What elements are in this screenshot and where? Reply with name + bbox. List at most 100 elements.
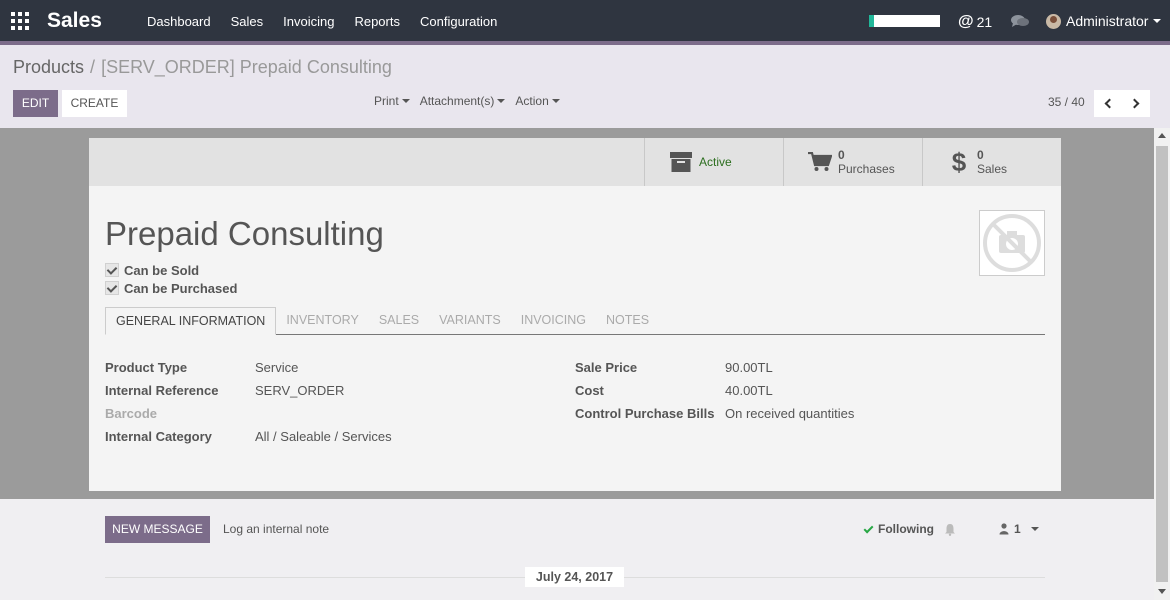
purchases-button[interactable]: 0 Purchases: [783, 138, 922, 186]
form-sheet: Active 0 Purchases $ 0 Sales Prepaid Con…: [89, 138, 1061, 491]
breadcrumb: Products / [SERV_ORDER] Prepaid Consulti…: [13, 57, 392, 78]
vertical-scrollbar[interactable]: [1154, 128, 1170, 600]
sidebar-actions: Print Attachment(s) Action: [374, 94, 560, 108]
tab-variants[interactable]: VARIANTS: [429, 307, 511, 334]
bell-icon[interactable]: [944, 523, 956, 539]
stat-button-box: Active 0 Purchases $ 0 Sales: [89, 138, 1061, 186]
field-cost: Cost 40.00TL: [575, 379, 854, 402]
user-menu[interactable]: Administrator: [1046, 13, 1162, 29]
can-be-sold-row: Can be Sold: [105, 261, 237, 279]
attachments-dropdown[interactable]: Attachment(s): [420, 94, 506, 108]
sales-count: 0: [977, 148, 984, 162]
field-label: Barcode: [105, 406, 158, 421]
menu-dashboard[interactable]: Dashboard: [137, 0, 221, 41]
chevron-down-icon: [551, 99, 560, 103]
active-label: Active: [699, 155, 732, 169]
purchases-label: Purchases: [838, 162, 895, 176]
chevron-down-icon: [497, 99, 506, 103]
navbar-accent-stripe: [0, 41, 1170, 45]
general-fields-right: Sale Price 90.00TL Cost 40.00TL Control …: [575, 356, 854, 425]
chevron-left-icon: [1104, 98, 1115, 109]
tab-inventory[interactable]: INVENTORY: [276, 307, 368, 334]
breadcrumb-current: [SERV_ORDER] Prepaid Consulting: [101, 57, 392, 77]
field-label: Internal Category: [105, 429, 212, 444]
onboarding-progress-bar[interactable]: [869, 15, 940, 27]
following-label: Following: [878, 522, 934, 536]
field-value[interactable]: All / Saleable / Services: [255, 429, 392, 444]
menu-configuration[interactable]: Configuration: [410, 0, 507, 41]
apps-grid-icon[interactable]: [11, 12, 29, 30]
field-value: 90.00TL: [725, 360, 773, 375]
dollar-icon: $: [951, 147, 967, 177]
field-value: SERV_ORDER: [255, 383, 345, 398]
menu-sales[interactable]: Sales: [221, 0, 274, 41]
field-label: Internal Reference: [105, 383, 219, 398]
field-label: Product Type: [105, 360, 188, 375]
purchases-stat: 0 Purchases: [838, 148, 895, 176]
following-button[interactable]: Following: [863, 522, 934, 536]
tab-sales[interactable]: SALES: [369, 307, 429, 334]
scroll-up-arrow-icon[interactable]: [1158, 133, 1166, 138]
product-image[interactable]: [979, 210, 1045, 276]
can-be-purchased-label: Can be Purchased: [124, 280, 238, 296]
mentions-count: 21: [976, 14, 993, 30]
scroll-down-arrow-icon[interactable]: [1158, 589, 1166, 594]
tab-notes[interactable]: NOTES: [596, 307, 659, 334]
action-label: Action: [515, 94, 549, 108]
field-control-purchase-bills: Control Purchase Bills On received quant…: [575, 402, 854, 425]
menu-invoicing[interactable]: Invoicing: [273, 0, 344, 41]
pager-next-button[interactable]: [1122, 90, 1150, 117]
tab-invoicing[interactable]: INVOICING: [511, 307, 596, 334]
general-fields-left: Product Type Service Internal Reference …: [105, 356, 392, 448]
field-value: Service: [255, 360, 299, 375]
breadcrumb-parent[interactable]: Products: [13, 57, 84, 78]
tab-general-information[interactable]: GENERAL INFORMATION: [105, 307, 277, 335]
avatar: [1046, 13, 1061, 29]
mentions-button[interactable]: @ 21: [958, 13, 992, 31]
chevron-down-icon: [401, 99, 410, 103]
field-label: Control Purchase Bills: [575, 406, 715, 421]
followers-count: 1: [1014, 522, 1021, 536]
pager-previous-button[interactable]: [1094, 90, 1122, 117]
field-label: Cost: [575, 383, 604, 398]
field-value: On received quantities: [725, 406, 855, 421]
no-camera-icon: [983, 214, 1041, 272]
top-navbar: Sales Dashboard Sales Invoicing Reports …: [0, 0, 1170, 41]
product-name: Prepaid Consulting: [105, 215, 384, 252]
message-date-separator: July 24, 2017: [525, 567, 624, 587]
field-value: 40.00TL: [725, 383, 773, 398]
print-dropdown[interactable]: Print: [374, 94, 410, 108]
field-product-type: Product Type Service: [105, 356, 392, 379]
main-menu: Dashboard Sales Invoicing Reports Config…: [137, 0, 507, 41]
shopping-cart-icon: [802, 152, 838, 172]
new-message-button[interactable]: NEW MESSAGE: [105, 516, 210, 543]
action-dropdown[interactable]: Action: [515, 94, 560, 108]
pager-value[interactable]: 35 / 40: [1048, 95, 1085, 109]
archive-icon: [663, 152, 699, 172]
sales-stat: 0 Sales: [977, 148, 1007, 176]
active-toggle-button[interactable]: Active: [644, 138, 783, 186]
edit-button[interactable]: EDIT: [13, 90, 58, 117]
sales-label: Sales: [977, 162, 1008, 176]
can-be-sold-label: Can be Sold: [124, 262, 200, 278]
scrollbar-thumb[interactable]: [1156, 146, 1168, 582]
chevron-right-icon: [1129, 98, 1140, 109]
can-be-purchased-checkbox[interactable]: [105, 281, 119, 295]
chat-bubbles-icon[interactable]: [1010, 13, 1030, 32]
field-label: Sale Price: [575, 360, 638, 375]
user-icon: [999, 523, 1009, 535]
can-be-sold-checkbox[interactable]: [105, 263, 119, 277]
at-icon: @: [958, 13, 974, 30]
attachments-label: Attachment(s): [419, 94, 495, 108]
log-note-link[interactable]: Log an internal note: [223, 522, 329, 536]
menu-reports[interactable]: Reports: [344, 0, 410, 41]
sales-button[interactable]: $ 0 Sales: [922, 138, 1061, 186]
field-sale-price: Sale Price 90.00TL: [575, 356, 854, 379]
progress-fill: [869, 15, 874, 27]
field-barcode: Barcode: [105, 402, 392, 425]
check-icon: [863, 523, 874, 533]
create-button[interactable]: CREATE: [62, 90, 127, 117]
field-internal-category: Internal Category All / Saleable / Servi…: [105, 425, 392, 448]
followers-dropdown[interactable]: 1: [999, 522, 1039, 536]
print-label: Print: [374, 94, 399, 108]
